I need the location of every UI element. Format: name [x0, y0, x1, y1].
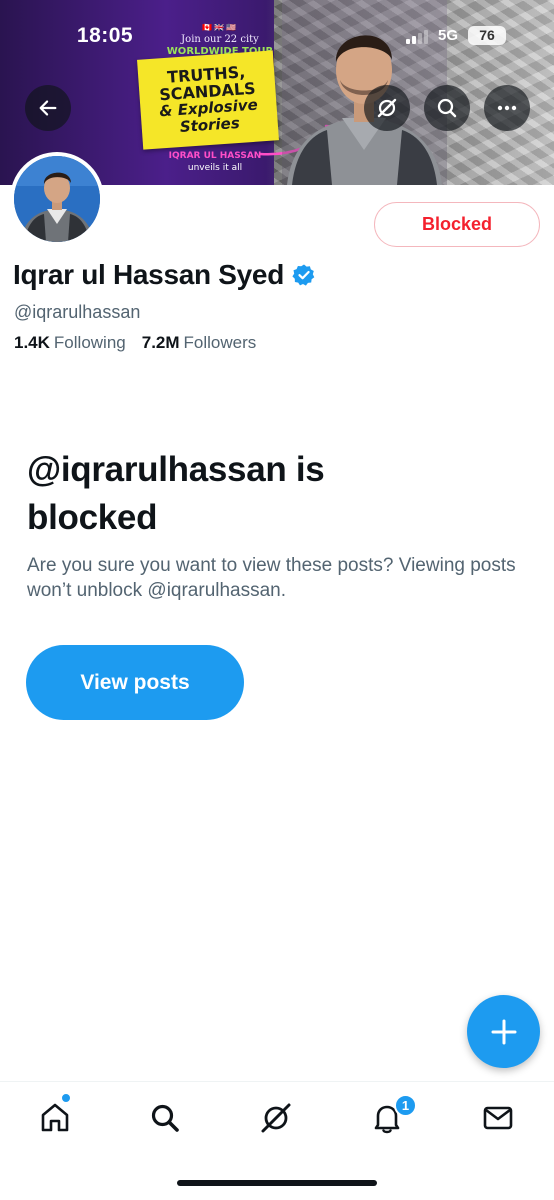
- tab-search[interactable]: [145, 1098, 185, 1138]
- profile-handle: @iqrarulhassan: [14, 302, 141, 322]
- grok-button[interactable]: [364, 85, 410, 131]
- back-button[interactable]: [25, 85, 71, 131]
- status-time: 18:05: [76, 24, 134, 47]
- following-stat[interactable]: 1.4K Following: [14, 333, 126, 353]
- profile-avatar[interactable]: [10, 152, 104, 246]
- banner-byline-name: IQRAR UL HASSAN: [168, 151, 262, 161]
- banner-flags: 🇨🇦🇬🇧🇺🇸: [202, 23, 238, 32]
- home-icon: [41, 1103, 69, 1132]
- profile-stats: 1.4K Following 7.2M Followers: [14, 333, 256, 353]
- banner-byline-text: unveils it all: [187, 163, 243, 173]
- tab-grok[interactable]: [256, 1098, 296, 1138]
- home-new-indicator: [61, 1093, 71, 1103]
- search-icon: [437, 98, 457, 118]
- network-type: 5G: [437, 27, 458, 44]
- grok-icon: [377, 98, 397, 118]
- home-indicator-bar[interactable]: [177, 1180, 377, 1186]
- followers-count: 7.2M: [141, 333, 180, 352]
- notifications-badge: 1: [394, 1094, 417, 1117]
- profile-banner[interactable]: 🇨🇦🇬🇧🇺🇸 Join our 22 city WORLDWIDE TOUR T…: [0, 0, 554, 185]
- banner-headline-4: Stories: [179, 113, 241, 137]
- blocked-button[interactable]: Blocked: [374, 202, 540, 247]
- more-options-button[interactable]: [484, 85, 530, 131]
- blocked-notice-description: Are you sure you want to view these post…: [27, 555, 516, 601]
- tab-home[interactable]: [35, 1098, 75, 1138]
- followers-stat[interactable]: 7.2M Followers: [142, 333, 257, 353]
- back-arrow-icon: [39, 100, 57, 116]
- plus-icon: [491, 1019, 516, 1044]
- profile-name-row: Iqrar ul Hassan Syed: [13, 259, 316, 291]
- following-label: Following: [53, 333, 126, 352]
- compose-post-button[interactable]: [467, 995, 540, 1068]
- blocked-notice-title: @iqrarulhassan is blocked: [27, 450, 325, 537]
- avatar-photo: [14, 156, 100, 242]
- view-posts-button[interactable]: View posts: [26, 645, 244, 720]
- battery-level: 76: [468, 26, 506, 45]
- messages-icon: [483, 1106, 513, 1130]
- signal-strength-icon: [405, 28, 428, 44]
- profile-name: Iqrar ul Hassan Syed: [13, 259, 285, 290]
- verified-badge-icon: [292, 264, 315, 286]
- more-icon: [497, 105, 517, 111]
- followers-label: Followers: [183, 333, 257, 352]
- search-button[interactable]: [424, 85, 470, 131]
- following-count: 1.4K: [14, 333, 50, 352]
- banner-tour-line1: Join our 22 city: [181, 34, 259, 45]
- grok-icon: [261, 1103, 291, 1133]
- status-indicators: 5G 76: [405, 26, 506, 45]
- tab-messages[interactable]: [478, 1098, 518, 1138]
- banner-byline: IQRAR UL HASSAN unveils it all: [160, 150, 270, 174]
- search-icon: [151, 1104, 179, 1132]
